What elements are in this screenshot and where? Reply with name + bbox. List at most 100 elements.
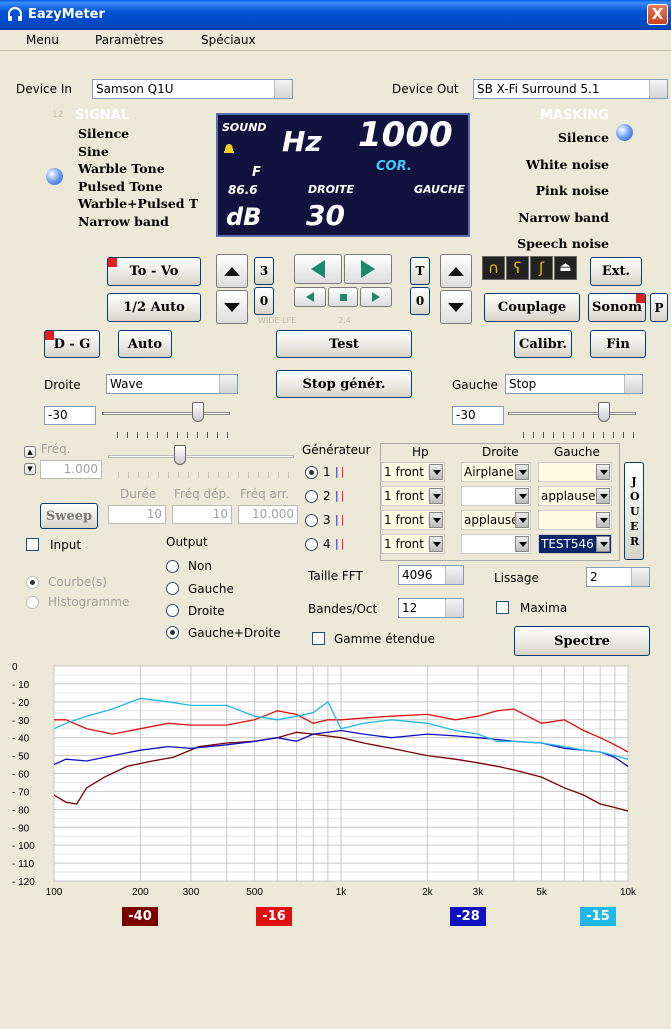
insert-earphone-icon[interactable]: ʕ <box>506 256 529 280</box>
dropdown-arrow-icon[interactable] <box>515 464 529 480</box>
bandes-oct-select[interactable]: 12 <box>398 598 464 618</box>
gauche-source-select[interactable]: Stop <box>505 374 643 394</box>
signal-item[interactable]: Pulsed Tone <box>78 178 198 196</box>
output-radio-droite[interactable] <box>166 604 179 617</box>
wide-lfe-number: 2.4 <box>338 316 351 325</box>
left-stepper-top[interactable]: 3 <box>254 257 274 285</box>
jouer-button[interactable]: JOUER <box>624 462 644 560</box>
test-button[interactable]: Test <box>276 330 412 358</box>
bone-conductor-icon[interactable]: ʃ <box>530 256 553 280</box>
output-radio-non[interactable] <box>166 560 179 573</box>
freq-ticks <box>118 472 294 478</box>
taille-fft-select[interactable]: 4096 <box>398 565 464 585</box>
signal-item[interactable]: Warble+Pulsed T <box>78 195 198 213</box>
generator-radio-1[interactable] <box>305 466 318 479</box>
stop-square-button[interactable] <box>328 287 358 307</box>
output-radio-gauche[interactable] <box>166 582 179 595</box>
gauche-level-field[interactable]: -30 <box>452 406 504 425</box>
speaker-icon[interactable]: ⏏ <box>554 256 577 280</box>
device-in-select[interactable]: Samson Q1U <box>92 79 293 99</box>
menu-item-menu[interactable]: Menu <box>26 33 59 47</box>
p-button[interactable]: P <box>650 293 668 322</box>
gauche-slider-thumb[interactable] <box>598 402 610 422</box>
step-forward-button[interactable] <box>360 287 392 307</box>
dropdown-arrow-icon[interactable] <box>429 464 443 480</box>
y-tick-label: - 70 <box>12 787 30 798</box>
lissage-label: Lissage <box>494 571 539 585</box>
step-back-button[interactable] <box>294 287 326 307</box>
masking-item[interactable]: Narrow band <box>517 205 609 232</box>
ext-button[interactable]: Ext. <box>590 257 642 286</box>
right-stepper-top[interactable]: T <box>410 257 430 285</box>
droite-level-field[interactable]: -30 <box>44 406 96 425</box>
sonom-button[interactable]: Sonom <box>588 293 646 322</box>
menu-item-speciaux[interactable]: Spéciaux <box>201 33 256 47</box>
stop-generator-button[interactable]: Stop génér. <box>276 370 412 398</box>
level-up-button[interactable] <box>216 254 248 288</box>
signal-item[interactable]: Silence <box>78 125 198 143</box>
lissage-select[interactable]: 2 <box>586 567 650 587</box>
masking-down-button[interactable] <box>440 290 472 324</box>
generator-radio-3[interactable] <box>305 514 318 527</box>
x-tick-label: 200 <box>132 887 149 898</box>
droite-source-select[interactable]: Wave <box>106 374 238 394</box>
couplage-button[interactable]: Couplage <box>484 293 580 322</box>
output-option-droite: Droite <box>188 604 225 618</box>
dropdown-arrow-icon[interactable] <box>596 488 610 504</box>
dropdown-arrow-icon[interactable] <box>429 512 443 528</box>
freq-up-icon[interactable]: ▲ <box>24 446 36 458</box>
freq-dep-field[interactable]: 10 <box>172 505 232 524</box>
gamme-etendue-label: Gamme étendue <box>334 632 435 646</box>
sweep-button[interactable]: Sweep <box>40 503 98 529</box>
wide-lfe-label: WIDE LFE <box>258 316 297 325</box>
spectre-button[interactable]: Spectre <box>514 626 650 656</box>
generator-radio-2[interactable] <box>305 490 318 503</box>
auto-button[interactable]: Auto <box>118 330 172 358</box>
output-radio-gauche-droite[interactable] <box>166 626 179 639</box>
headphones-icon[interactable]: ∩ <box>482 256 505 280</box>
maxima-checkbox[interactable] <box>496 601 509 614</box>
next-button[interactable] <box>344 254 392 284</box>
dropdown-arrow-icon[interactable] <box>596 464 610 480</box>
calibr-button[interactable]: Calibr. <box>514 330 572 358</box>
prev-button[interactable] <box>294 254 342 284</box>
signal-item[interactable]: Sine <box>78 143 198 161</box>
freq-slider-thumb[interactable] <box>174 445 186 465</box>
dropdown-arrow-icon[interactable] <box>515 512 529 528</box>
left-stepper-bottom[interactable]: 0 <box>254 287 274 315</box>
to-vo-button[interactable]: To - Vo <box>107 257 201 286</box>
droite-slider-thumb[interactable] <box>192 402 204 422</box>
generator-radio-4[interactable] <box>305 538 318 551</box>
dg-button[interactable]: D - G <box>44 330 100 358</box>
dropdown-arrow-icon[interactable] <box>596 536 610 552</box>
freq-field[interactable]: 1.000 <box>40 460 102 479</box>
device-out-select[interactable]: SB X-Fi Surround 5.1 <box>473 79 668 99</box>
histogramme-radio[interactable] <box>26 596 39 609</box>
signal-item[interactable]: Warble Tone <box>78 160 198 178</box>
menu-item-parametres[interactable]: Paramètres <box>95 33 163 47</box>
masking-item[interactable]: Speech noise <box>517 231 609 258</box>
masking-item[interactable]: Silence <box>517 125 609 152</box>
signal-indicator-icon <box>46 168 63 185</box>
close-button[interactable]: X <box>647 4 668 25</box>
right-stepper-bottom[interactable]: 0 <box>410 287 430 315</box>
dropdown-arrow-icon[interactable] <box>596 512 610 528</box>
dropdown-arrow-icon[interactable] <box>515 488 529 504</box>
masking-item[interactable]: White noise <box>517 152 609 179</box>
level-badge: -16 <box>256 907 292 926</box>
input-checkbox[interactable] <box>26 538 39 551</box>
dropdown-arrow-icon[interactable] <box>515 536 529 552</box>
half-auto-button[interactable]: 1/2 Auto <box>107 293 201 322</box>
dropdown-arrow-icon[interactable] <box>429 488 443 504</box>
gamme-etendue-checkbox[interactable] <box>312 632 325 645</box>
signal-item[interactable]: Narrow band <box>78 213 198 231</box>
fin-button[interactable]: Fin <box>590 330 646 358</box>
freq-down-icon[interactable]: ▼ <box>24 463 36 475</box>
level-down-button[interactable] <box>216 290 248 324</box>
freq-arr-field[interactable]: 10.000 <box>238 505 298 524</box>
duree-field[interactable]: 10 <box>108 505 166 524</box>
dropdown-arrow-icon[interactable] <box>429 536 443 552</box>
courbe-radio[interactable] <box>26 576 39 589</box>
masking-up-button[interactable] <box>440 254 472 288</box>
masking-item[interactable]: Pink noise <box>517 178 609 205</box>
